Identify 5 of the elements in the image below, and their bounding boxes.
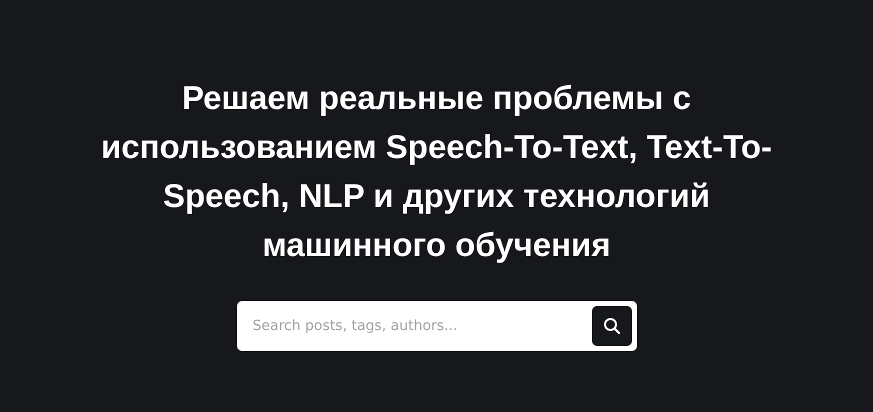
search-field[interactable]: Search posts, tags, authors... — [250, 317, 592, 335]
search-button[interactable] — [592, 306, 632, 346]
search-icon — [602, 317, 620, 335]
hero-title: Решаем реальные проблемы с использованием Speech-To-Text, Text-To-Speech, NLP и других технологий машинного обучения — [100, 78, 774, 265]
search-bar[interactable]: Search posts, tags, authors... — [236, 301, 636, 351]
